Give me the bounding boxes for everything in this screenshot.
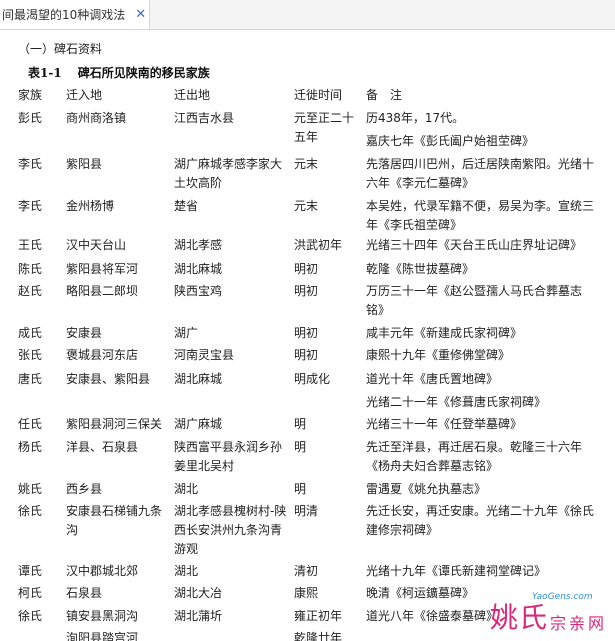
table-cell: 道光十年《唐氏置地碑》 <box>366 372 499 386</box>
table-cell: 光绪三十四年《天台王氏山庄界址记碑》 <box>366 238 583 252</box>
table-cell: 先落居四川巴州，后迁居陕南紫阳。光绪十六年《李元仁墓碑》 <box>366 157 595 190</box>
table-cell: 先迁长安，再迁安康。光绪二十九年《徐氏建修宗祠碑》 <box>366 504 595 537</box>
table-cell: 湖北麻城 <box>174 262 223 276</box>
table-cell: 湖北大冶 <box>174 586 223 600</box>
table-cell: 清初 <box>294 564 319 578</box>
table-cell: 雍正初年 <box>294 609 343 623</box>
table-cell: 李氏 <box>18 157 43 171</box>
table-cell: 徐氏 <box>18 609 43 623</box>
watermark-logo: YaoGens.com 姚氏 宗亲网 <box>490 592 615 641</box>
table-cell: 湖北 <box>174 482 199 496</box>
header-family: 家族 <box>18 88 43 102</box>
table-cell: 陕西宝鸡 <box>174 284 223 298</box>
section-heading: （一）碑石资料 <box>18 42 103 56</box>
watermark-main: 姚氏 <box>490 601 549 634</box>
table-cell: 湖广 <box>174 326 199 340</box>
table-cell: 褒城县河东店 <box>66 348 139 362</box>
table-cell: 湖广麻城孝感李家大土坎高阶 <box>174 157 283 190</box>
header-origin: 迁出地 <box>174 88 211 102</box>
article-content: （一）碑石资料 表1-1 碑石所见陕南的移民家族 家族 迁入地 迁出地 迁徙时间 … <box>0 30 615 641</box>
table-title: 表1-1 碑石所见陕南的移民家族 <box>28 64 210 81</box>
table-cell: 汉中天台山 <box>66 238 127 252</box>
table-cell: 河南灵宝县 <box>174 348 235 362</box>
table-cell: 明清 <box>294 504 319 518</box>
table-cell: 姚氏 <box>18 482 43 496</box>
table-cell: 历438年，17代。 <box>366 111 465 125</box>
table-cell: 成氏 <box>18 326 43 340</box>
table-cell: 康熙 <box>294 586 319 600</box>
table-cell: 明 <box>294 417 307 431</box>
table-cell: 万历三十一年《赵公暨孺人马氏合葬墓志铭》 <box>366 284 583 317</box>
table-number: 表1-1 <box>28 66 62 80</box>
table-cell: 谭氏 <box>18 564 43 578</box>
table-cell: 嘉庆七年《彭氏阖户始祖茔碑》 <box>366 134 535 148</box>
table-cell: 明初 <box>294 284 319 298</box>
header-destination: 迁入地 <box>66 88 103 102</box>
table-cell: 任氏 <box>18 417 43 431</box>
table-cell: 商州商洛镇 <box>66 111 127 125</box>
table-cell: 安康县 <box>66 326 103 340</box>
table-cell: 彭氏 <box>18 111 43 125</box>
table-cell: 紫阳县洞河三保关 <box>66 417 163 431</box>
table-cell: 湖广麻城 <box>174 417 223 431</box>
table-cell: 明成化 <box>294 372 331 386</box>
table-cell: 湖北 <box>174 564 199 578</box>
table-cell: 元末 <box>294 199 319 213</box>
table-cell: 李氏 <box>18 199 43 213</box>
table-cell: 洵阳县踏宫河 <box>66 631 139 641</box>
table-cell: 洋县、石泉县 <box>66 440 139 454</box>
table-cell: 光绪三十一年《任登举墓碑》 <box>366 417 523 431</box>
table-cell: 江西吉水县 <box>174 111 235 125</box>
table-cell: 湖北麻城 <box>174 372 223 386</box>
table-cell: 雷遇夏《姚允执墓志》 <box>366 482 487 496</box>
table-cell: 汉中郡城北郊 <box>66 564 139 578</box>
table-cell: 元至正二十五年 <box>294 111 355 144</box>
table-cell: 略阳县二郎坝 <box>66 284 139 298</box>
table-cell: 明初 <box>294 348 319 362</box>
table-cell: 湖北孝感县槐树村-陕西长安洪州九条沟青游观 <box>174 504 287 556</box>
table-cell: 咸丰元年《新建成氏家祠碑》 <box>366 326 523 340</box>
table-cell: 镇安县黑洞沟 <box>66 609 139 623</box>
header-time: 迁徙时间 <box>294 88 343 102</box>
table-cell: 明初 <box>294 326 319 340</box>
table-cell: 先迁至洋县，再迁居石泉。乾隆三十六年《杨舟夫妇合葬墓志铭》 <box>366 440 583 473</box>
tab-bar: 间最渴望的10种调戏法 ✕ <box>0 0 615 30</box>
table-cell: 光绪十九年《谭氏新建祠堂碑记》 <box>366 564 547 578</box>
table-cell: 陈氏 <box>18 262 43 276</box>
table-cell: 徐氏 <box>18 504 43 518</box>
table-cell: 元末 <box>294 157 319 171</box>
table-cell: 金州杨博 <box>66 199 115 213</box>
table-cell: 湖北孝感 <box>174 238 223 252</box>
tab-article[interactable]: 间最渴望的10种调戏法 ✕ <box>0 0 150 29</box>
table-cell: 安康县、紫阳县 <box>66 372 151 386</box>
table-cell: 石泉县 <box>66 586 103 600</box>
table-cell: 杨氏 <box>18 440 43 454</box>
table-cell: 王氏 <box>18 238 43 252</box>
table-cell: 明 <box>294 440 307 454</box>
table-cell: 明初 <box>294 262 319 276</box>
table-cell: 唐氏 <box>18 372 43 386</box>
table-cell: 楚省 <box>174 199 199 213</box>
tab-title: 间最渴望的10种调戏法 <box>2 8 126 22</box>
table-cell: 张氏 <box>18 348 43 362</box>
table-cell: 明 <box>294 482 307 496</box>
table-cell: 紫阳县 <box>66 157 103 171</box>
close-icon[interactable]: ✕ <box>135 7 146 22</box>
table-cell: 湖北蒲圻 <box>174 609 223 623</box>
table-cell: 乾隆廿年 <box>294 631 343 641</box>
table-cell: 赵氏 <box>18 284 43 298</box>
table-title-text: 碑石所见陕南的移民家族 <box>77 66 210 80</box>
table-cell: 康熙十九年《重修佛堂碑》 <box>366 348 511 362</box>
table-cell: 安康县石梯铺九条沟 <box>66 504 163 537</box>
table-cell: 洪武初年 <box>294 238 343 252</box>
table-cell: 乾隆《陈世拔墓碑》 <box>366 262 475 276</box>
table-cell: 紫阳县将军河 <box>66 262 139 276</box>
header-notes: 备 注 <box>366 88 403 102</box>
table-cell: 柯氏 <box>18 586 43 600</box>
table-cell: 陕西富平县永润乡孙姜里北吴村 <box>174 440 283 473</box>
table-cell: 西乡县 <box>66 482 103 496</box>
table-cell: 光绪二十一年《修葺唐氏家祠碑》 <box>366 395 547 409</box>
table-cell: 本吴姓，代录军籍不便，易吴为李。宣统三年《李氏祖茔碑》 <box>366 199 595 232</box>
watermark-sub: 宗亲网 <box>550 614 608 633</box>
